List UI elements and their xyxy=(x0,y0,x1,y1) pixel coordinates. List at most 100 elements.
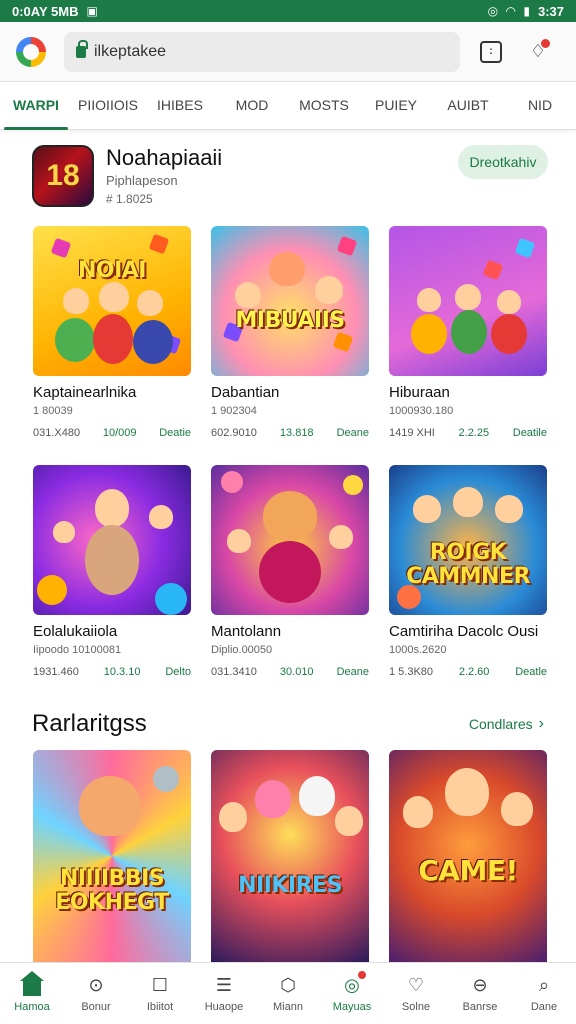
game-card[interactable]: NIIKIRES xyxy=(211,750,369,962)
game-subtitle: Iipoodo 10100081 xyxy=(33,644,122,656)
url-bar[interactable]: ilkeptakee xyxy=(64,31,460,72)
tab-piiioiiois[interactable]: PIIOIIOIS xyxy=(72,82,144,130)
game-card[interactable]: ROIGK CAMMNER Camtiriha Dacolc Ousi 1000… xyxy=(389,465,547,678)
character-face xyxy=(445,768,489,816)
tab-auibt[interactable]: AUIBT xyxy=(432,82,504,130)
game-meta-size: 031.3410 xyxy=(211,666,257,678)
game-thumbnail[interactable]: NIIIIBBIS EOKHEGT xyxy=(33,750,191,962)
game-thumbnail[interactable] xyxy=(33,465,191,615)
game-thumbnail[interactable]: NOIAI xyxy=(33,226,191,376)
status-time-right: 3:37 xyxy=(537,3,564,19)
featured-app[interactable]: 18 Noahapiaaii Piphlapeson # 1.8025 Dreo… xyxy=(32,145,548,207)
tab-mosts[interactable]: MOSTS xyxy=(288,82,360,130)
game-meta-size: 1 5.3K80 xyxy=(389,666,434,678)
nav-label: Banrse xyxy=(462,1001,498,1013)
nav-item-miann[interactable]: ⬡ Miann xyxy=(256,963,320,1024)
orb-decoration xyxy=(221,471,243,493)
chat-icon: ☐ xyxy=(151,974,169,995)
lock-icon xyxy=(76,39,88,58)
game-meta: 031.3410 30.010 Deane xyxy=(211,666,369,678)
hexagon-icon: ⬡ xyxy=(280,974,296,995)
bookmark-icon: ⊖ xyxy=(472,974,488,995)
cube-decoration xyxy=(336,235,358,257)
game-thumbnail[interactable]: NIIKIRES xyxy=(211,750,369,962)
pin-icon: ♡ xyxy=(407,974,425,995)
game-title: Eolalukaiiola xyxy=(33,623,118,640)
game-subtitle: 1000s.2620 xyxy=(389,644,447,656)
character-body xyxy=(133,320,173,364)
tab-mod[interactable]: MOD xyxy=(216,82,288,130)
tab-warpi[interactable]: WARPI xyxy=(0,82,72,130)
game-meta: 1931.460 10.3.10 Delto xyxy=(33,666,191,678)
cube-decoration xyxy=(482,259,504,281)
nav-item-ibiitot[interactable]: ☐ Ibiitot xyxy=(128,963,192,1024)
character-face xyxy=(149,505,173,529)
game-card[interactable]: Hiburaan 1000930.180 1419 XHI 2.2.25 Dea… xyxy=(389,226,547,439)
game-meta: 1419 XHI 2.2.25 Deatile xyxy=(389,427,547,439)
character-face xyxy=(137,290,163,316)
game-logo-text: NOIAI xyxy=(77,258,147,283)
featured-app-icon[interactable]: 18 xyxy=(32,145,94,207)
game-meta-action[interactable]: Delto xyxy=(165,666,191,678)
section-title: Rarlaritgss xyxy=(32,710,147,737)
nav-label: Hamoa xyxy=(14,1001,50,1013)
game-card[interactable]: NIIIIBBIS EOKHEGT xyxy=(33,750,191,962)
game-card[interactable]: MIBUAIIS Dabantian 1 902304 602.9010 13.… xyxy=(211,226,369,439)
nav-label: Miann xyxy=(273,1001,303,1013)
section-see-more-link[interactable]: Condlares › xyxy=(469,715,544,733)
game-thumbnail[interactable] xyxy=(211,465,369,615)
game-meta: 602.9010 13.818 Deane xyxy=(211,427,369,439)
character-face xyxy=(227,529,251,553)
bottom-navigation: Hamoa ⊙ Bonur ☐ Ibiitot ☰ Huaope ⬡ Miann… xyxy=(0,962,576,1024)
game-card[interactable]: Eolalukaiiola Iipoodo 10100081 1931.460 … xyxy=(33,465,191,678)
nav-item-solne[interactable]: ♡ Solne xyxy=(384,963,448,1024)
sd-card-icon: ▣ xyxy=(86,4,98,18)
nav-item-home[interactable]: Hamoa xyxy=(0,963,64,1024)
cube-decoration xyxy=(148,233,170,255)
nav-item-huaope[interactable]: ☰ Huaope xyxy=(192,963,256,1024)
character-body xyxy=(491,314,527,354)
character-face xyxy=(413,495,441,523)
featured-action-button[interactable]: Dreotkahiv xyxy=(458,145,548,179)
tab-ihibes[interactable]: IHIBES xyxy=(144,82,216,130)
tab-puiey[interactable]: PUIEY xyxy=(360,82,432,130)
cat-face xyxy=(263,491,317,541)
location-icon: ◎ xyxy=(487,4,499,18)
game-title: Kaptainearlnika xyxy=(33,384,137,401)
character-face xyxy=(255,780,291,818)
tab-nid[interactable]: NID xyxy=(504,82,576,130)
game-meta-action[interactable]: Deane xyxy=(337,666,369,678)
game-meta-action[interactable]: Deatile xyxy=(513,427,547,439)
game-card[interactable]: NOIAI Kaptainearlnika 1 80039 031.X480 1… xyxy=(33,226,191,439)
character-face xyxy=(299,776,335,816)
game-logo-text: NIIIIBBIS EOKHEGT xyxy=(55,866,169,915)
nav-item-mayuas[interactable]: ◎ Mayuas xyxy=(320,963,384,1024)
character-body xyxy=(55,318,95,362)
section-header: Rarlaritgss Condlares › xyxy=(32,708,544,740)
game-meta-action[interactable]: Deatle xyxy=(515,666,547,678)
game-thumbnail[interactable]: ROIGK CAMMNER xyxy=(389,465,547,615)
game-thumbnail[interactable]: CAME! xyxy=(389,750,547,962)
google-logo-icon[interactable] xyxy=(16,36,46,67)
nav-item-banrse[interactable]: ⊖ Banrse xyxy=(448,963,512,1024)
game-logo-text: NIIKIRES xyxy=(238,873,342,898)
game-meta-action[interactable]: Deatie xyxy=(159,427,191,439)
game-thumbnail[interactable]: MIBUAIIS xyxy=(211,226,369,376)
character-face xyxy=(235,282,261,308)
character-face xyxy=(269,252,305,286)
game-card[interactable]: Mantolann Diplio.00050 031.3410 30.010 D… xyxy=(211,465,369,678)
game-meta-action[interactable]: Deane xyxy=(337,427,369,439)
tabs-button[interactable]: : xyxy=(480,40,502,63)
character-face xyxy=(495,495,523,523)
game-logo-text: CAME! xyxy=(418,854,518,887)
game-card[interactable]: CAME! xyxy=(389,750,547,962)
nav-item-dane[interactable]: ⌕ Dane xyxy=(512,963,576,1024)
character-face xyxy=(501,792,533,826)
nav-item-bonur[interactable]: ⊙ Bonur xyxy=(64,963,128,1024)
character-face xyxy=(417,288,441,312)
game-meta-size: 1931.460 xyxy=(33,666,79,678)
character-face xyxy=(53,521,75,543)
game-thumbnail[interactable] xyxy=(389,226,547,376)
signal-icon: ▮ xyxy=(523,4,530,18)
notification-bell-icon[interactable]: ♢ xyxy=(528,38,550,63)
